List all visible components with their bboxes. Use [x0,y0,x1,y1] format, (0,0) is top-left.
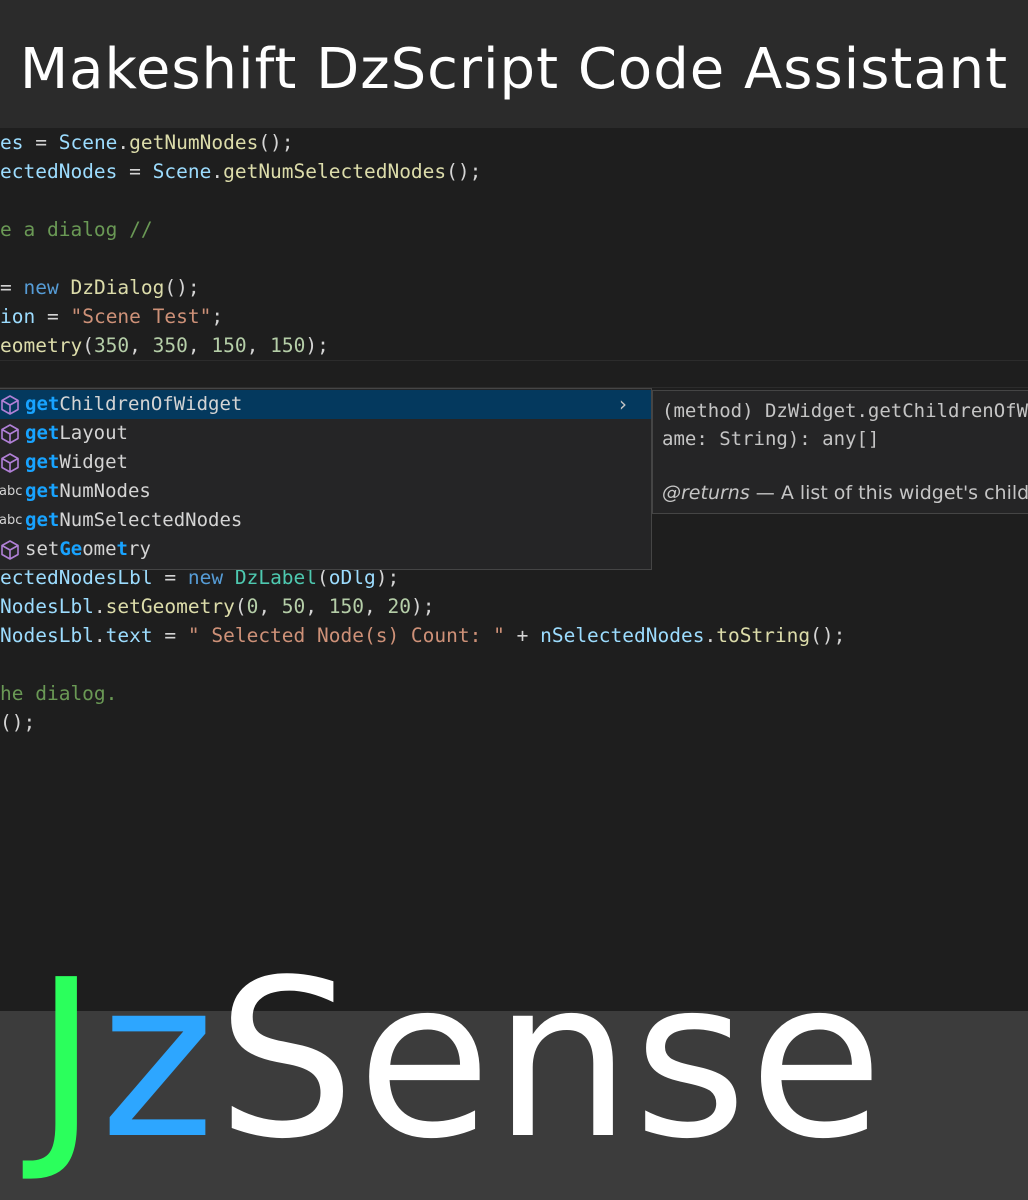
page-title: Makeshift DzScript Code Assistant [19,37,1009,102]
suggestion-item[interactable]: abc getNumNodes [0,477,651,506]
code-line: ectedNodes = Scene.getNumSelectedNodes()… [0,160,482,183]
returns-description: @returns — A list of this widget's child… [662,482,1028,504]
code-line: NodesLbl.text = " Selected Node(s) Count… [0,624,846,647]
suggestion-item[interactable]: getChildrenOfWidget › [0,390,651,419]
suggestion-item[interactable]: getWidget [0,448,651,477]
current-line-highlight [0,360,1028,388]
suggestion-item[interactable]: setGeometry [0,535,651,564]
code-line: ion = "Scene Test"; [0,305,224,328]
autocomplete-suggestion-list[interactable]: getChildrenOfWidget › getLayout getWidge… [0,388,652,570]
abc-word-icon: abc [0,513,23,528]
jzsense-logo: JzSense [34,934,886,1187]
code-comment: he dialog. [0,682,118,705]
code-line: NodesLbl.setGeometry(0, 50, 150, 20); [0,595,435,618]
code-line: = new DzDialog(); [0,276,200,299]
abc-word-icon: abc [0,484,23,499]
method-signature: (method) DzWidget.getChildrenOfW [662,400,1028,422]
code-line: (); [0,711,36,734]
method-signature-cont: ame: String): any[] [662,428,880,450]
code-line: es = Scene.getNumNodes(); [0,131,294,154]
suggestion-item[interactable]: getLayout [0,419,651,448]
title-banner: Makeshift DzScript Code Assistant [0,0,1028,128]
method-cube-icon [0,448,21,477]
code-comment: e a dialog // [0,218,153,241]
method-cube-icon [0,419,21,448]
method-cube-icon [0,535,21,564]
code-line: eometry(350, 350, 150, 150); [0,334,329,357]
suggestion-details-panel: (method) DzWidget.getChildrenOfW ame: St… [652,390,1028,514]
suggestion-item[interactable]: abc getNumSelectedNodes [0,506,651,535]
method-cube-icon [0,390,21,419]
chevron-right-icon[interactable]: › [613,390,633,419]
